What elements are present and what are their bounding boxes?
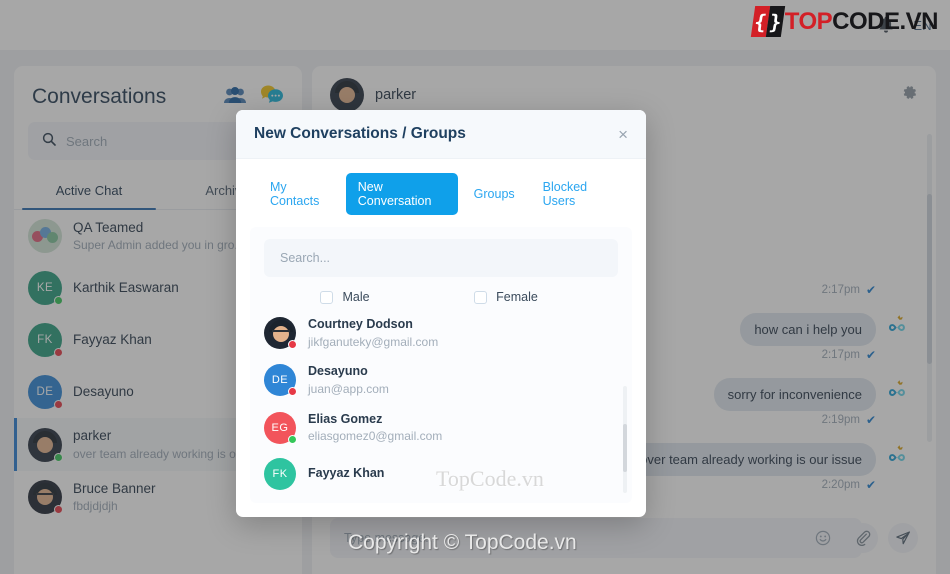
contact-search-placeholder: Search... xyxy=(280,251,331,265)
contact-email: juan@app.com xyxy=(308,381,389,396)
status-dot-online xyxy=(288,434,297,444)
status-dot-offline xyxy=(288,387,297,397)
contact-name: Courtney Dodson xyxy=(308,317,413,331)
modal-header: New Conversations / Groups × xyxy=(236,110,646,159)
avatar xyxy=(264,317,297,350)
filter-male[interactable]: Male xyxy=(264,290,426,304)
contact-email: jikfganuteky@gmail.com xyxy=(308,334,439,349)
avatar-initials: EG xyxy=(271,421,289,434)
modal-title: New Conversations / Groups xyxy=(254,125,466,142)
contact-row-courtney-dodson[interactable]: Courtney Dodson jikfganuteky@gmail.com xyxy=(264,316,618,350)
checkbox-female[interactable] xyxy=(474,290,488,304)
avatar-initials: DE xyxy=(271,374,289,387)
screen-root: EN Conversations Search Active Chat Arch… xyxy=(0,0,950,574)
filter-male-label: Male xyxy=(342,290,370,304)
tab-groups[interactable]: Groups xyxy=(462,180,527,208)
filter-female[interactable]: Female xyxy=(426,290,586,304)
tab-new-conversation[interactable]: New Conversation xyxy=(345,173,458,215)
contact-row-fayyaz-khan[interactable]: FK Fayyaz Khan xyxy=(264,457,618,490)
modal-body: Search... Male Female Courtney Dodson ji… xyxy=(250,227,632,503)
contact-search-input[interactable]: Search... xyxy=(264,239,618,277)
contact-text: Courtney Dodson jikfganuteky@gmail.com xyxy=(308,316,438,350)
gender-filters: Male Female xyxy=(250,277,632,310)
contact-name: Elias Gomez xyxy=(308,411,383,426)
avatar: EG xyxy=(264,411,297,444)
avatar: FK xyxy=(264,457,296,490)
contact-row-elias-gomez[interactable]: EG Elias Gomez eliasgomez0@gmail.com xyxy=(264,411,618,445)
close-x-icon[interactable]: × xyxy=(618,126,628,143)
avatar: DE xyxy=(264,364,297,397)
avatar-initials: FK xyxy=(272,467,288,480)
contact-text: Fayyaz Khan xyxy=(308,465,384,483)
contact-name: Desayuno xyxy=(308,364,368,379)
tab-my-contacts[interactable]: My Contacts xyxy=(258,173,342,215)
filter-female-label: Female xyxy=(496,290,538,304)
contact-text: Desayuno juan@app.com xyxy=(308,363,389,397)
contact-text: Elias Gomez eliasgomez0@gmail.com xyxy=(308,411,442,445)
contact-list-scrollbar-thumb[interactable] xyxy=(623,424,627,472)
contact-row-desayuno[interactable]: DE Desayuno juan@app.com xyxy=(264,363,618,397)
contact-email: eliasgomez0@gmail.com xyxy=(308,429,443,444)
checkbox-male[interactable] xyxy=(320,290,334,304)
contact-name: Fayyaz Khan xyxy=(308,466,385,481)
tab-blocked-users[interactable]: Blocked Users xyxy=(531,173,624,215)
status-dot-offline xyxy=(288,340,297,350)
contact-list: Courtney Dodson jikfganuteky@gmail.com D… xyxy=(250,310,632,503)
modal-tabs: My Contacts New Conversation Groups Bloc… xyxy=(236,159,646,227)
new-conversation-modal: New Conversations / Groups × My Contacts… xyxy=(236,110,646,517)
contact-list-scrollbar[interactable] xyxy=(623,386,627,493)
